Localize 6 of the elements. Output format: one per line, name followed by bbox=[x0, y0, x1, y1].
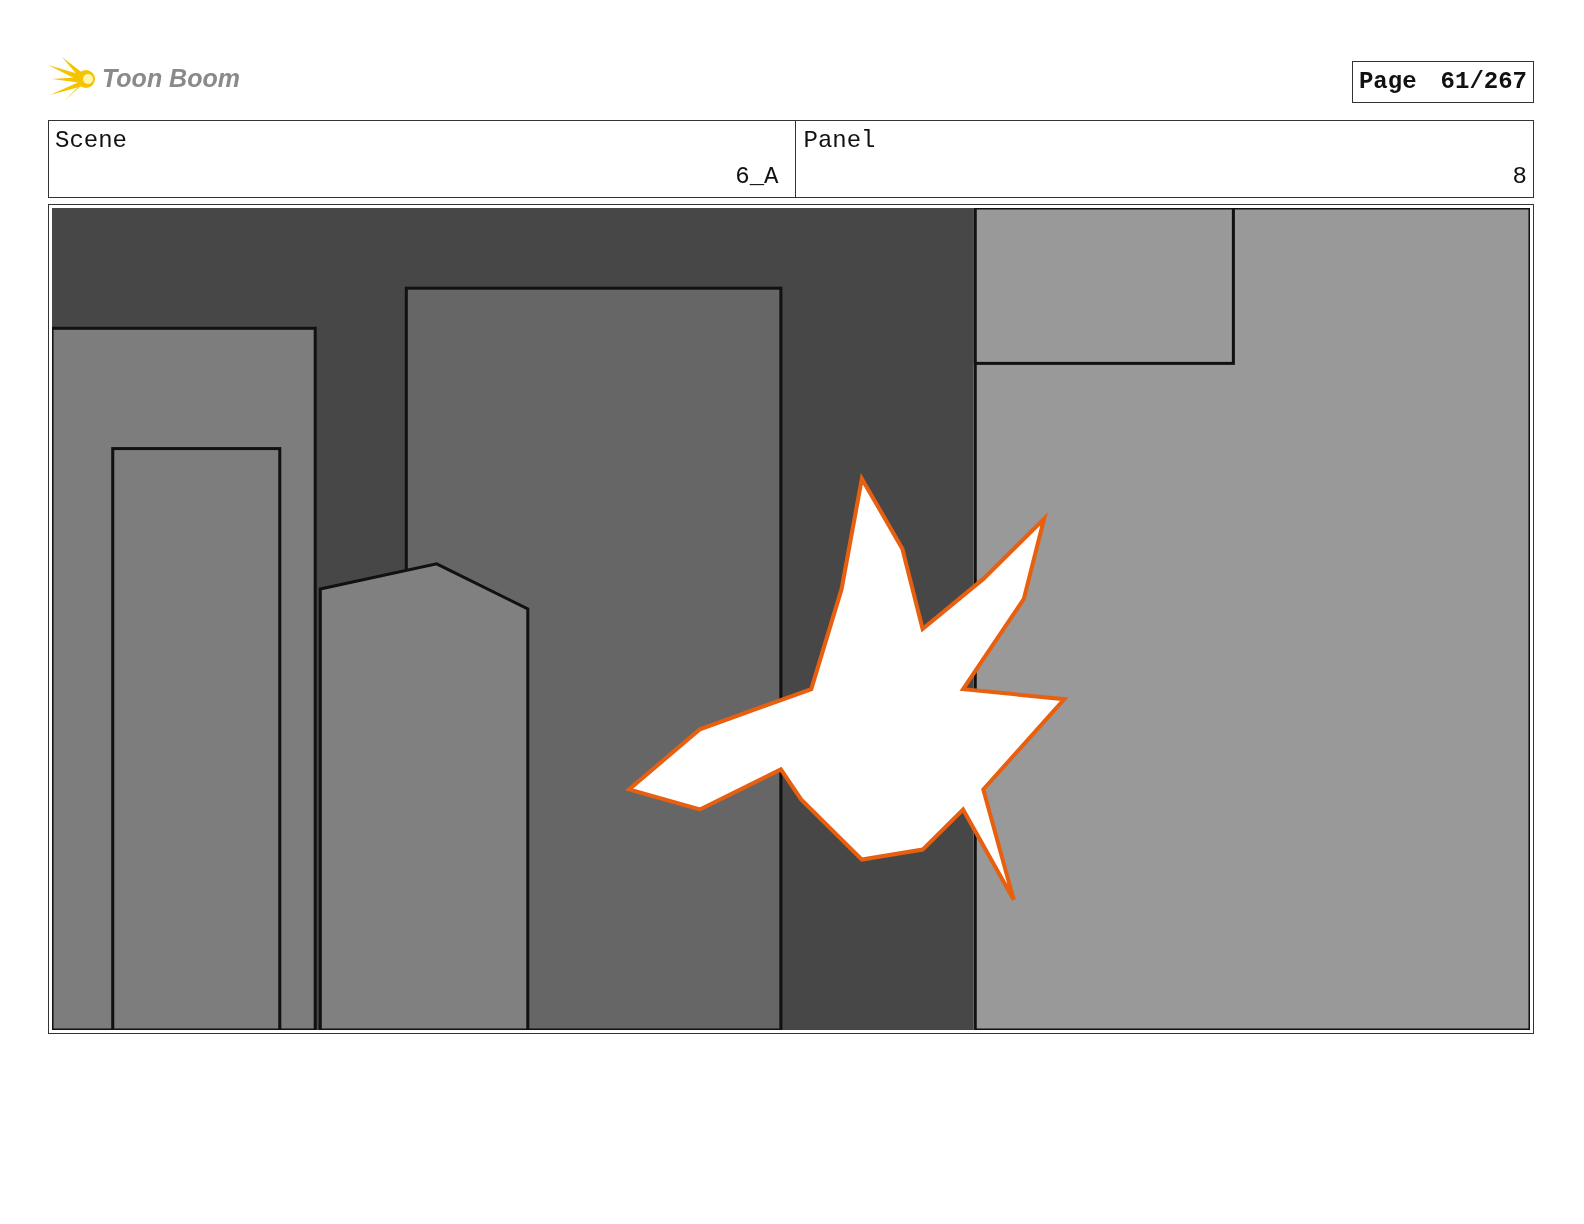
field-label: Panel bbox=[803, 126, 876, 156]
field-value: 6_A bbox=[735, 162, 779, 192]
page-counter: Page 61/267 bbox=[1351, 61, 1534, 103]
logo-text: Toon Boom bbox=[102, 63, 240, 95]
field-label: Scene bbox=[55, 126, 127, 156]
field-value: 8 bbox=[1512, 162, 1527, 192]
